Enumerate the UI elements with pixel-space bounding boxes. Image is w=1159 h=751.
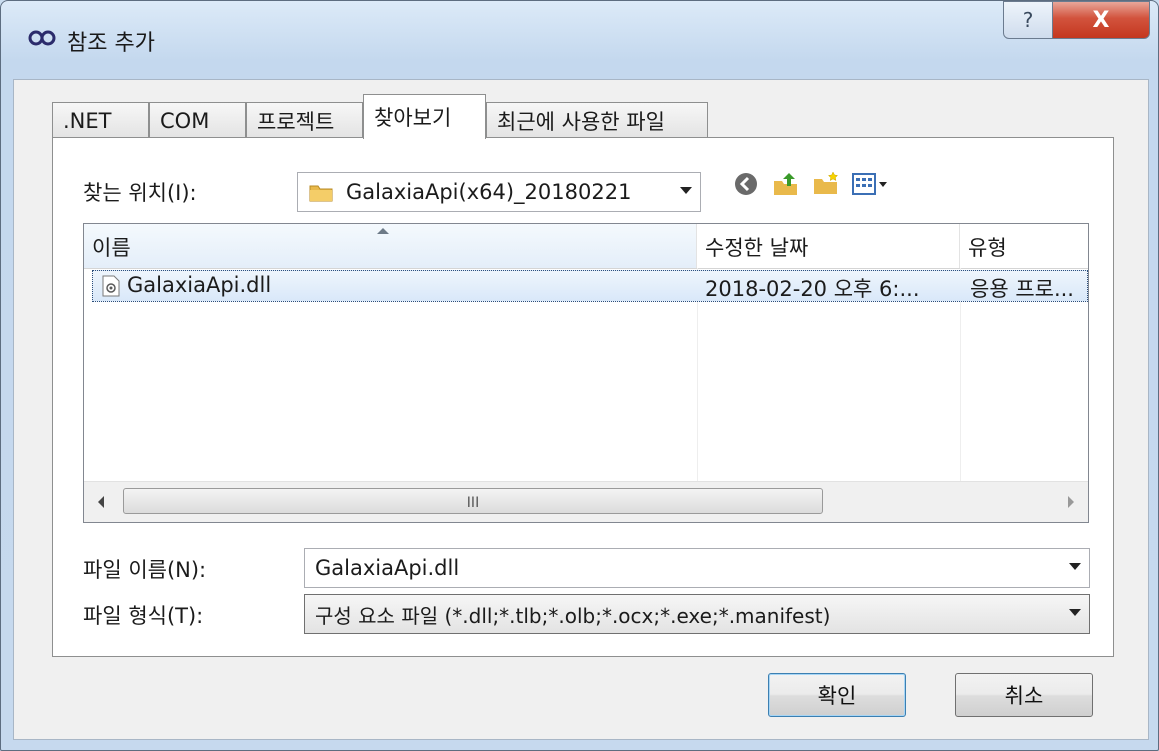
dialog-body: .NET COM 프로젝트 찾아보기 최근에 사용한 파일 찾는 위치(I): … — [13, 79, 1149, 740]
window-title: 참조 추가 — [67, 31, 155, 56]
up-folder-icon[interactable] — [771, 169, 801, 199]
horizontal-scrollbar[interactable]: III — [84, 481, 1088, 522]
close-button[interactable]: X — [1052, 1, 1150, 39]
chevron-down-icon[interactable] — [1069, 563, 1081, 570]
scroll-left-icon[interactable] — [98, 496, 104, 508]
file-type-label: 파일 형식(T): — [83, 604, 204, 628]
add-reference-dialog: 참조 추가 ? X .NET COM 프로젝트 찾아보기 최근에 사용한 파일 … — [0, 0, 1159, 751]
column-name-label: 이름 — [92, 236, 131, 260]
look-in-label: 찾는 위치(I): — [83, 181, 197, 205]
chevron-down-icon[interactable] — [1069, 609, 1081, 616]
title-bar[interactable]: 참조 추가 ? X — [1, 1, 1158, 79]
reference-link-icon — [28, 30, 56, 46]
file-type-value: 구성 요소 파일 (*.dll;*.tlb;*.olb;*.ocx;*.exe;… — [315, 603, 831, 628]
view-menu-icon[interactable] — [851, 169, 889, 199]
file-name-cell: GalaxiaApi.dll — [127, 273, 272, 297]
list-header: 이름 수정한 날짜 유형 — [84, 224, 1088, 269]
file-type-dropdown[interactable]: 구성 요소 파일 (*.dll;*.tlb;*.olb;*.ocx;*.exe;… — [304, 594, 1090, 634]
scroll-grip: III — [466, 495, 480, 511]
back-icon[interactable] — [731, 169, 761, 199]
cancel-button[interactable]: 취소 — [955, 673, 1093, 717]
dll-file-icon — [102, 275, 120, 297]
folder-icon — [309, 185, 333, 202]
tab-recent-files[interactable]: 최근에 사용한 파일 — [486, 102, 708, 138]
navigation-toolbar — [731, 169, 889, 199]
scroll-thumb[interactable]: III — [123, 488, 823, 514]
tab-project[interactable]: 프로젝트 — [246, 102, 363, 138]
sort-ascending-icon — [377, 228, 389, 234]
file-name-input[interactable]: GalaxiaApi.dll — [304, 548, 1090, 588]
column-header-modified[interactable]: 수정한 날짜 — [697, 224, 960, 268]
column-modified-label: 수정한 날짜 — [705, 236, 809, 260]
new-folder-icon[interactable] — [811, 169, 841, 199]
help-button[interactable]: ? — [1003, 1, 1053, 39]
chevron-down-icon[interactable] — [680, 187, 692, 194]
column-header-name[interactable]: 이름 — [84, 224, 697, 268]
file-name-label: 파일 이름(N): — [83, 558, 207, 582]
look-in-dropdown[interactable]: GalaxiaApi(x64)_20180221 — [297, 172, 701, 212]
table-row[interactable]: GalaxiaApi.dll 2018-02-20 오후 6:... 응용 프로… — [92, 270, 1088, 302]
tab-browse[interactable]: 찾아보기 — [363, 94, 486, 139]
look-in-value: GalaxiaApi(x64)_20180221 — [346, 180, 632, 204]
file-type-cell: 응용 프로... — [970, 277, 1074, 301]
file-modified-cell: 2018-02-20 오후 6:... — [705, 277, 920, 301]
tab-dotnet[interactable]: .NET — [52, 102, 149, 138]
file-list[interactable]: 이름 수정한 날짜 유형 GalaxiaApi.dll 2018-02-20 오… — [83, 223, 1089, 523]
column-type-label: 유형 — [968, 236, 1007, 260]
file-name-value: GalaxiaApi.dll — [315, 556, 460, 580]
tab-com[interactable]: COM — [149, 102, 246, 138]
scroll-right-icon[interactable] — [1068, 496, 1074, 508]
column-header-type[interactable]: 유형 — [960, 224, 1088, 268]
ok-button[interactable]: 확인 — [768, 673, 906, 717]
